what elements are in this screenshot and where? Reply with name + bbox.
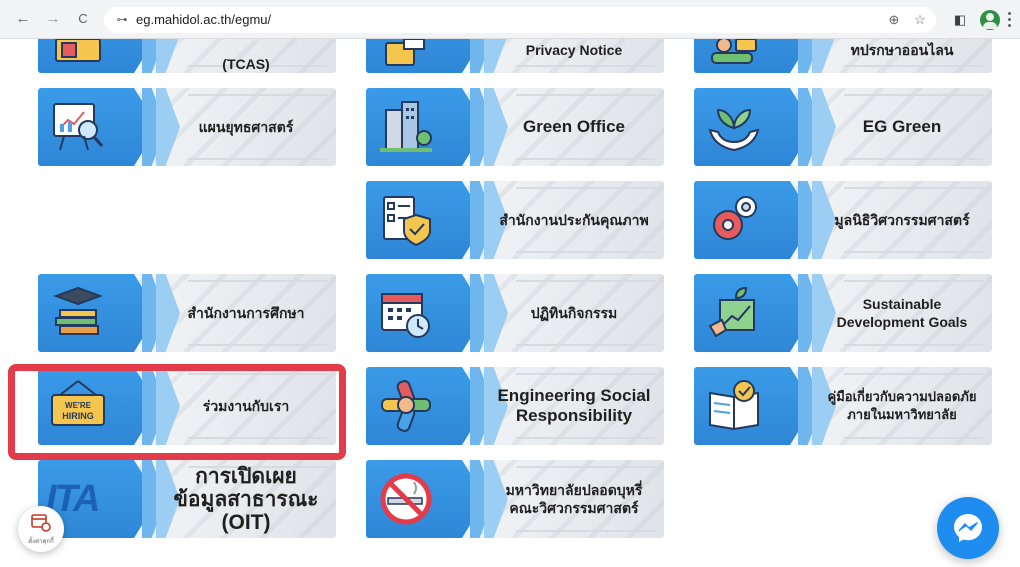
checklist-shield-icon <box>383 196 431 247</box>
tile-tcas[interactable]: (TCAS) <box>38 39 336 73</box>
tile-label: คู่มือเกี่ยวกับความปลอดภัย ภายในมหาวิทยา… <box>827 389 977 422</box>
tile-label: สำนักงานประกันคุณภาพ <box>499 212 649 228</box>
cookie-settings-icon <box>31 514 51 532</box>
teamwork-hands-icon <box>381 380 431 432</box>
lock-icon <box>385 39 425 66</box>
tile-label: EG Green <box>862 117 942 136</box>
messenger-icon <box>954 514 982 542</box>
oit-line-1: การเปิดเผย <box>195 464 297 488</box>
zoom-icon[interactable]: ⊕ <box>886 12 902 28</box>
browser-menu-icon[interactable] <box>1008 12 1012 28</box>
oit-line-3: (OIT) <box>221 510 271 534</box>
no-smoking-icon <box>380 473 432 525</box>
safety-guidebook-icon <box>709 380 759 431</box>
calendar-clock-icon <box>381 293 430 338</box>
tile-label: Green Office <box>522 117 626 136</box>
page-content: (TCAS) Privacy Notice ทปรกษาออนไลน แผนยุ… <box>0 39 1020 567</box>
tile-green-office[interactable]: Green Office <box>366 88 664 166</box>
tile-strategy[interactable]: แผนยุทธศาสตร์ <box>38 88 336 166</box>
nosmoke-line-2: คณะวิศวกรรมศาสตร์ <box>509 500 639 516</box>
back-arrow-icon[interactable]: ← <box>14 10 32 28</box>
url-text[interactable]: eg.mahidol.ac.th/egmu/ <box>136 12 271 28</box>
gears-icon <box>713 196 757 240</box>
hands-plant-icon <box>708 108 760 152</box>
tile-quality-assurance[interactable]: สำนักงานประกันคุณภาพ <box>366 181 664 259</box>
nosmoke-line-1: มหาวิทยาลัยปลอดบุหรี่ <box>505 482 643 498</box>
tile-label: ปฏิทินกิจกรรม <box>530 305 618 321</box>
tile-label: การเปิดเผย ข้อมูลสาธารณะ (OIT) <box>164 460 328 538</box>
tile-label: Sustainable Development Goals <box>836 296 968 330</box>
graduation-books-icon <box>53 286 103 335</box>
tile-education-office[interactable]: สำนักงานการศึกษา <box>38 274 336 352</box>
tile-label: มหาวิทยาลัยปลอดบุหรี่ คณะวิศวกรรมศาสตร์ <box>492 460 656 538</box>
tile-label: แผนยุทธศาสตร์ <box>198 119 294 135</box>
tile-privacy-notice[interactable]: Privacy Notice <box>366 39 664 73</box>
tile-oit[interactable]: ITA การเปิดเผย ข้อมูลสาธารณะ (OIT) <box>38 460 336 538</box>
reload-icon[interactable]: C <box>74 10 92 28</box>
highlight-box <box>8 364 346 460</box>
building-icon <box>380 101 432 152</box>
tile-label: ทปรกษาออนไลน <box>850 42 954 58</box>
consult-people-icon <box>711 39 757 64</box>
tile-smoke-free[interactable]: มหาวิทยาลัยปลอดบุหรี่ คณะวิศวกรรมศาสตร์ <box>366 460 664 538</box>
address-bar[interactable]: ⊶ eg.mahidol.ac.th/egmu/ ⊕ ☆ <box>104 7 936 33</box>
tile-online-consult[interactable]: ทปรกษาออนไลน <box>694 39 992 73</box>
tile-label: Engineering Social Responsibility <box>497 386 651 425</box>
strategy-chart-icon <box>53 103 104 151</box>
tile-engineering-social-responsibility[interactable]: Engineering Social Responsibility <box>366 367 664 445</box>
site-info-icon[interactable]: ⊶ <box>114 12 130 28</box>
sustainable-growth-icon <box>708 286 755 338</box>
cookie-settings-caption: ตั้งค่าคุกกี้ <box>28 539 54 545</box>
profile-avatar-icon[interactable] <box>980 10 1000 30</box>
tile-label: (TCAS) <box>222 56 270 72</box>
cookie-settings-button[interactable]: ตั้งค่าคุกกี้ <box>18 506 64 552</box>
tile-label: สำนักงานการศึกษา <box>187 305 305 321</box>
tile-campus-safety-guide[interactable]: คู่มือเกี่ยวกับความปลอดภัย ภายในมหาวิทยา… <box>694 367 992 445</box>
tile-sdg[interactable]: Sustainable Development Goals <box>694 274 992 352</box>
tile-label: มูลนิธิวิศวกรรมศาสตร์ <box>834 212 970 228</box>
tile-label: Privacy Notice <box>525 42 623 58</box>
forward-arrow-icon[interactable]: → <box>44 10 62 28</box>
tile-eg-green[interactable]: EG Green <box>694 88 992 166</box>
tile-activity-calendar[interactable]: ปฏิทินกิจกรรม <box>366 274 664 352</box>
oit-line-2: ข้อมูลสาธารณะ <box>173 487 319 511</box>
browser-toolbar: ← → C ⊶ eg.mahidol.ac.th/egmu/ ⊕ ☆ ◧ <box>0 0 1020 39</box>
tile-engineering-foundation[interactable]: มูลนิธิวิศวกรรมศาสตร์ <box>694 181 992 259</box>
messenger-chat-button[interactable] <box>937 497 999 559</box>
book-icon <box>55 39 101 62</box>
side-panel-icon[interactable]: ◧ <box>950 10 970 30</box>
bookmark-star-icon[interactable]: ☆ <box>912 12 928 28</box>
